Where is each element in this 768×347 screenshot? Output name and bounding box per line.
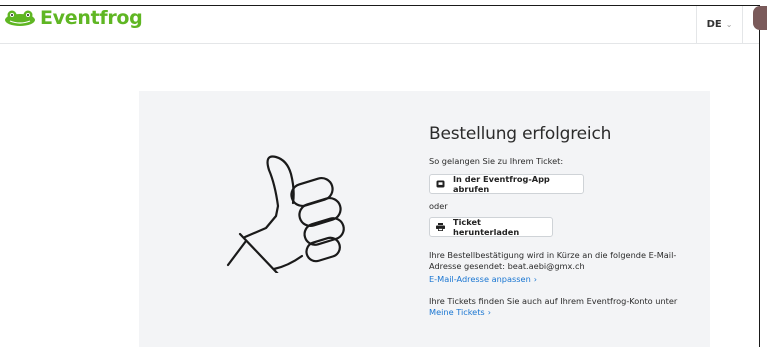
page-title: Bestellung erfolgreich (429, 124, 612, 144)
printer-icon (436, 223, 445, 231)
chevron-down-icon: ⌄ (725, 20, 733, 29)
my-tickets-link-label: Meine Tickets (429, 307, 485, 317)
language-label: DE (706, 19, 722, 30)
edit-email-link-label: E-Mail-Adresse anpassen (429, 274, 531, 284)
my-tickets-link[interactable]: Meine Tickets › (429, 307, 491, 318)
logo-text: Eventfrog (40, 7, 143, 29)
frog-logo-icon (4, 10, 36, 26)
thumbs-up-icon (224, 148, 364, 278)
open-in-app-label: In der Eventfrog-App abrufen (453, 174, 550, 194)
top-header: Eventfrog DE ⌄ (0, 6, 759, 44)
confirmation-content: Bestellung erfolgreich So gelangen Sie z… (429, 122, 699, 317)
mobile-app-icon (436, 180, 445, 188)
open-in-app-button[interactable]: In der Eventfrog-App abrufen (429, 174, 584, 194)
chevron-right-icon: › (533, 275, 537, 284)
chevron-right-icon: › (487, 308, 491, 317)
account-info-text: Ihre Tickets finden Sie auch auf Ihrem E… (429, 296, 678, 306)
download-ticket-label: Ticket herunterladen (453, 217, 520, 237)
edit-email-link[interactable]: E-Mail-Adresse anpassen › (429, 274, 537, 285)
avatar[interactable] (753, 6, 767, 30)
or-label: oder (429, 201, 448, 211)
window-frame-right (759, 5, 760, 347)
ticket-instructions: So gelangen Sie zu Ihrem Ticket: (429, 156, 564, 166)
language-selector[interactable]: DE ⌄ (696, 6, 743, 43)
download-ticket-button[interactable]: Ticket herunterladen (429, 217, 553, 237)
eventfrog-logo[interactable]: Eventfrog (4, 7, 143, 29)
email-confirmation-text: Ihre Bestellbestätigung wird in Kürze an… (429, 250, 677, 271)
